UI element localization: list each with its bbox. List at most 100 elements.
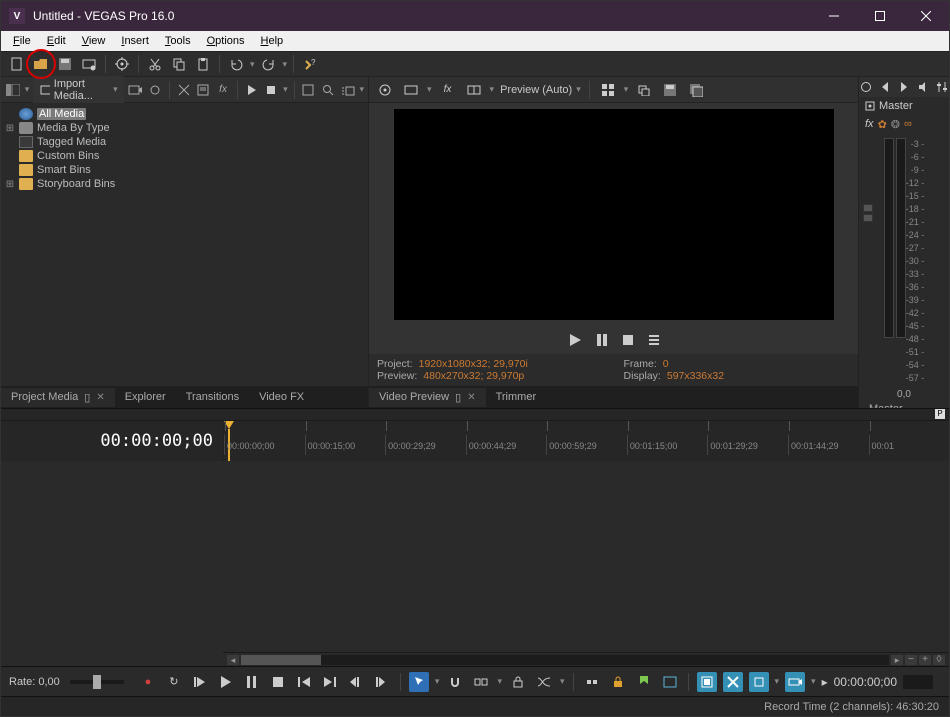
properties-button[interactable] bbox=[112, 54, 132, 74]
tree-item-custom-bins[interactable]: Custom Bins bbox=[3, 149, 139, 163]
preview-stop-button[interactable] bbox=[622, 334, 634, 346]
tree-item-storyboard-bins[interactable]: ⊞Storyboard Bins bbox=[3, 177, 139, 191]
cut-button[interactable] bbox=[145, 54, 165, 74]
prev-copy-button[interactable] bbox=[634, 80, 654, 100]
pm-search-button[interactable] bbox=[320, 80, 336, 100]
prev-output-fx-button[interactable]: fx bbox=[438, 80, 458, 100]
prev-split-button[interactable] bbox=[464, 80, 484, 100]
chevron-down-icon[interactable]: ▾ bbox=[283, 84, 288, 95]
pm-fx-button[interactable]: fx bbox=[215, 80, 231, 100]
lock-envelope-button[interactable] bbox=[508, 672, 528, 692]
menu-file[interactable]: File bbox=[5, 33, 39, 49]
master-prev-button[interactable] bbox=[878, 77, 891, 97]
chevron-down-icon[interactable]: ▾ bbox=[25, 84, 30, 95]
pm-remove-button[interactable] bbox=[176, 80, 192, 100]
paste-button[interactable] bbox=[193, 54, 213, 74]
pin-icon[interactable]: ▯ bbox=[84, 391, 90, 404]
go-start-button[interactable] bbox=[294, 672, 314, 692]
close-tab-icon[interactable]: ✕ bbox=[467, 392, 475, 403]
chevron-down-icon[interactable]: ▾ bbox=[560, 676, 565, 687]
tab-transitions[interactable]: Transitions bbox=[176, 388, 249, 406]
master-next-button[interactable] bbox=[897, 77, 910, 97]
chevron-down-icon[interactable]: ▾ bbox=[624, 84, 629, 95]
new-project-button[interactable] bbox=[7, 54, 27, 74]
chevron-down-icon[interactable]: ▾ bbox=[435, 676, 440, 687]
master-link-icon[interactable]: ∞ bbox=[904, 118, 912, 131]
zoom-fit-button[interactable]: ◊ bbox=[933, 655, 945, 665]
expand-icon[interactable]: ⊞ bbox=[5, 123, 15, 134]
tool-b-button[interactable] bbox=[723, 672, 743, 692]
chevron-down-icon[interactable]: ▾ bbox=[427, 84, 432, 95]
undo-button[interactable] bbox=[226, 54, 246, 74]
scroll-right-button[interactable]: ▸ bbox=[891, 655, 903, 665]
crossfade-button[interactable] bbox=[534, 672, 554, 692]
ignore-event-grouping-button[interactable] bbox=[582, 672, 602, 692]
menu-edit[interactable]: Edit bbox=[39, 33, 74, 49]
pm-properties-button[interactable] bbox=[196, 80, 212, 100]
record-button[interactable]: ● bbox=[138, 672, 158, 692]
master-faders-button[interactable] bbox=[936, 77, 949, 97]
minimize-button[interactable] bbox=[811, 1, 857, 31]
timecode-area[interactable]: 00:00:00;00 bbox=[1, 421, 223, 461]
menu-help[interactable]: Help bbox=[253, 33, 292, 49]
pm-get-photo-button[interactable] bbox=[147, 80, 163, 100]
copy-button[interactable] bbox=[169, 54, 189, 74]
zoom-out-button[interactable]: − bbox=[905, 655, 917, 665]
undo-dropdown-icon[interactable]: ▾ bbox=[250, 59, 255, 70]
tab-video-preview[interactable]: Video Preview ▯ ✕ bbox=[369, 388, 486, 407]
close-tab-icon[interactable]: ✕ bbox=[96, 392, 104, 403]
tree-item-media-by-type[interactable]: ⊞Media By Type bbox=[3, 121, 139, 135]
menu-tools[interactable]: Tools bbox=[157, 33, 199, 49]
play-from-start-button[interactable] bbox=[190, 672, 210, 692]
pause-button[interactable] bbox=[242, 672, 262, 692]
tracks-area[interactable] bbox=[223, 461, 949, 652]
tool-a-button[interactable] bbox=[697, 672, 717, 692]
save-button[interactable] bbox=[55, 54, 75, 74]
loop-button[interactable]: ↻ bbox=[164, 672, 184, 692]
close-button[interactable] bbox=[903, 1, 949, 31]
tool-d-button[interactable] bbox=[785, 672, 805, 692]
prev-settings-button[interactable] bbox=[375, 80, 395, 100]
render-as-button[interactable] bbox=[79, 54, 99, 74]
chevron-down-icon[interactable]: ▾ bbox=[775, 676, 780, 687]
scrollbar-thumb[interactable] bbox=[241, 655, 321, 665]
pm-stop-button[interactable] bbox=[263, 80, 279, 100]
pm-tree-toggle-button[interactable] bbox=[5, 80, 21, 100]
marker-p[interactable]: P bbox=[935, 409, 945, 419]
pm-play-button[interactable] bbox=[244, 80, 260, 100]
auto-ripple-button[interactable] bbox=[471, 672, 491, 692]
project-media-thumbnails[interactable] bbox=[141, 103, 368, 386]
master-gear2-icon[interactable]: ❂ bbox=[891, 118, 900, 131]
preview-menu-button[interactable] bbox=[648, 334, 660, 346]
redo-dropdown-icon[interactable]: ▾ bbox=[283, 59, 288, 70]
clock-box[interactable] bbox=[903, 675, 933, 689]
region-button[interactable] bbox=[660, 672, 680, 692]
preview-quality-dropdown[interactable]: Preview (Auto) ▾ bbox=[500, 84, 581, 96]
tab-video-fx[interactable]: Video FX bbox=[249, 388, 314, 406]
master-solo-buttons[interactable] bbox=[863, 204, 873, 222]
marker-strip[interactable]: P bbox=[1, 409, 949, 421]
chevron-down-icon[interactable]: ▾ bbox=[360, 84, 365, 95]
tree-item-all-media[interactable]: All Media bbox=[3, 107, 139, 121]
transport-clock[interactable]: ▸ 00:00:00;00 bbox=[822, 675, 943, 689]
pm-refresh-button[interactable] bbox=[300, 80, 316, 100]
snap-button[interactable] bbox=[445, 672, 465, 692]
menu-view[interactable]: View bbox=[74, 33, 114, 49]
chevron-down-icon[interactable]: ▾ bbox=[811, 676, 816, 687]
chevron-down-icon[interactable]: ▾ bbox=[497, 676, 502, 687]
track-headers-empty[interactable] bbox=[1, 461, 223, 666]
tree-item-tagged-media[interactable]: Tagged Media bbox=[3, 135, 139, 149]
tab-project-media[interactable]: Project Media ▯ ✕ bbox=[1, 388, 115, 407]
open-button[interactable] bbox=[31, 54, 51, 74]
master-fx-button[interactable]: fx bbox=[865, 118, 874, 131]
maximize-button[interactable] bbox=[857, 1, 903, 31]
redo-button[interactable] bbox=[259, 54, 279, 74]
normal-edit-tool-button[interactable] bbox=[409, 672, 429, 692]
timeline-ruler[interactable]: 00:00:00;0000:00:15;0000:00:29;2900:00:4… bbox=[223, 421, 949, 461]
prev-frame-button[interactable] bbox=[346, 672, 366, 692]
stop-button[interactable] bbox=[268, 672, 288, 692]
master-gear-icon[interactable]: ✿ bbox=[878, 118, 887, 131]
menu-insert[interactable]: Insert bbox=[113, 33, 157, 49]
tree-item-smart-bins[interactable]: Smart Bins bbox=[3, 163, 139, 177]
tab-trimmer[interactable]: Trimmer bbox=[486, 388, 547, 406]
